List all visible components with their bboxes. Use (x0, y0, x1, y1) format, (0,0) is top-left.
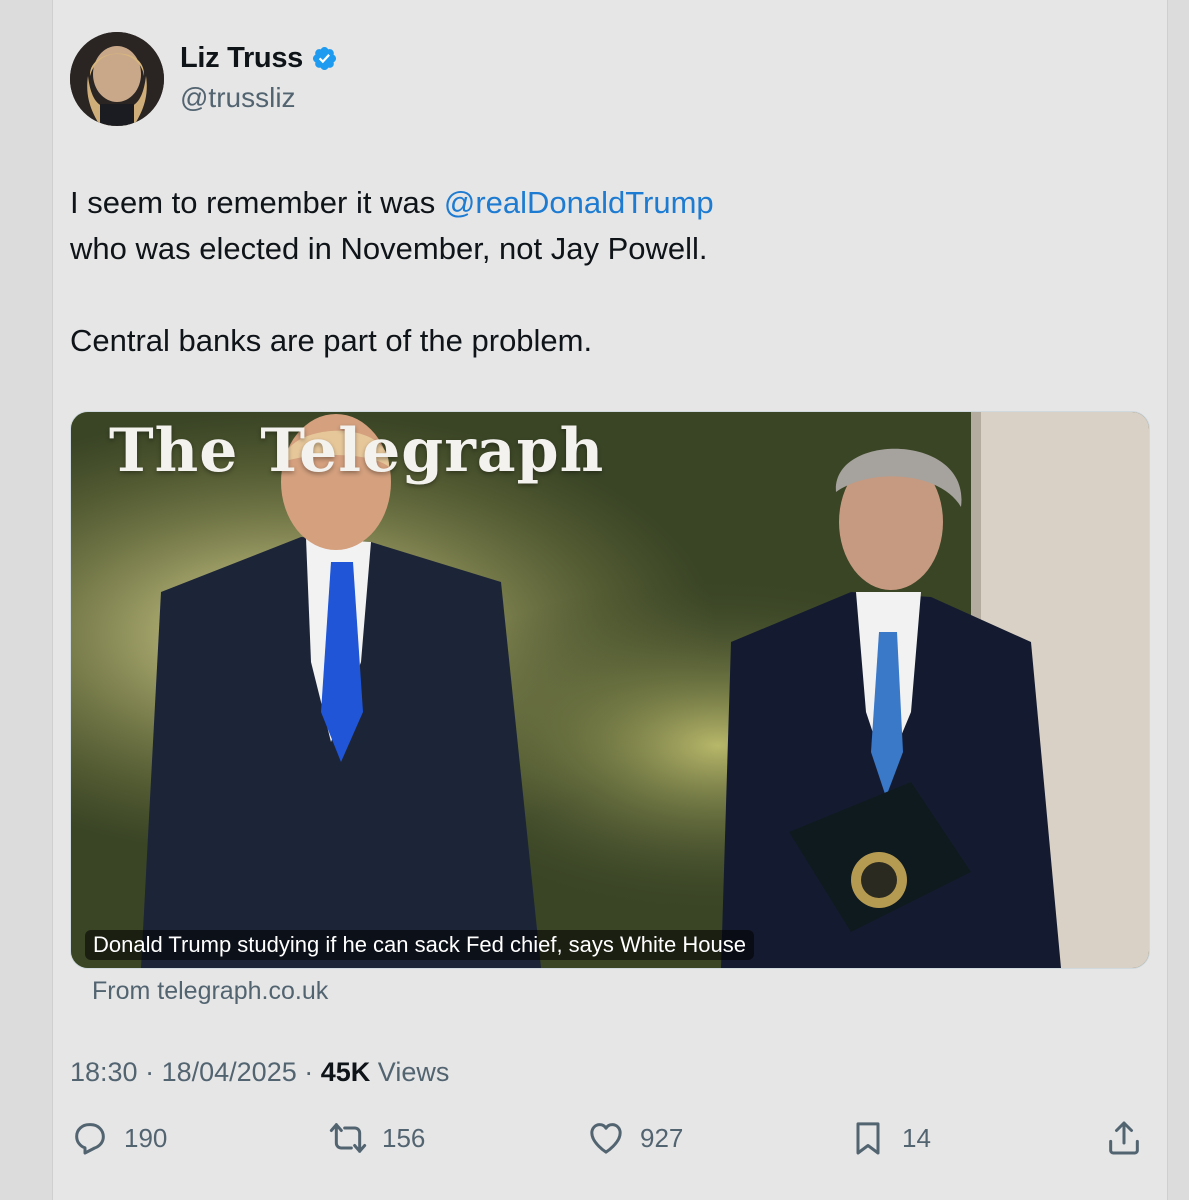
verified-badge-icon (312, 46, 337, 71)
repost-count: 156 (382, 1122, 426, 1153)
link-card-image[interactable]: The Telegraph Donald Trump studying if h… (70, 411, 1150, 969)
handle[interactable]: @trussliz (180, 82, 296, 114)
tweet-line-2: who was elected in November, not Jay Pow… (70, 231, 708, 266)
tweet-line-3: Central banks are part of the problem. (70, 323, 593, 358)
news-photo (71, 412, 1149, 968)
tweet-text: I seem to remember it was @realDonaldTru… (70, 180, 1130, 364)
tweet-line-1: I seem to remember it was @realDonaldTru… (70, 180, 1130, 226)
mention-link[interactable]: @realDonaldTrump (444, 185, 714, 220)
views-count: 45K (320, 1057, 371, 1087)
repost-button[interactable]: 156 (328, 1118, 425, 1158)
bookmark-count: 14 (902, 1122, 931, 1153)
bookmark-button[interactable]: 14 (848, 1118, 931, 1158)
like-count: 927 (640, 1122, 684, 1153)
like-button[interactable]: 927 (586, 1118, 683, 1158)
share-button[interactable] (1104, 1118, 1158, 1158)
card-caption[interactable]: Donald Trump studying if he can sack Fed… (85, 930, 754, 960)
card-source[interactable]: From telegraph.co.uk (92, 977, 328, 1006)
reply-icon (75, 1123, 105, 1155)
tweet-line-1-text: I seem to remember it was (70, 185, 444, 220)
avatar[interactable] (70, 32, 164, 126)
bookmark-icon (856, 1122, 880, 1155)
heart-icon (590, 1123, 622, 1154)
tweet-meta: 18:30 · 18/04/2025 · 45K Views (70, 1057, 449, 1088)
repost-icon (329, 1123, 367, 1153)
telegraph-masthead: The Telegraph (109, 416, 605, 486)
reply-button[interactable]: 190 (70, 1118, 167, 1158)
reply-count: 190 (124, 1122, 168, 1153)
action-bar: 190 156 927 14 (70, 1118, 1150, 1168)
display-name[interactable]: Liz Truss (180, 42, 303, 75)
name-row: Liz Truss (180, 42, 338, 75)
tweet-time[interactable]: 18:30 (70, 1057, 138, 1087)
separator: · (145, 1057, 162, 1087)
share-icon (1109, 1121, 1139, 1155)
tweet-date[interactable]: 18/04/2025 (162, 1057, 297, 1087)
separator: · (304, 1057, 321, 1087)
views-label: Views (377, 1057, 450, 1087)
